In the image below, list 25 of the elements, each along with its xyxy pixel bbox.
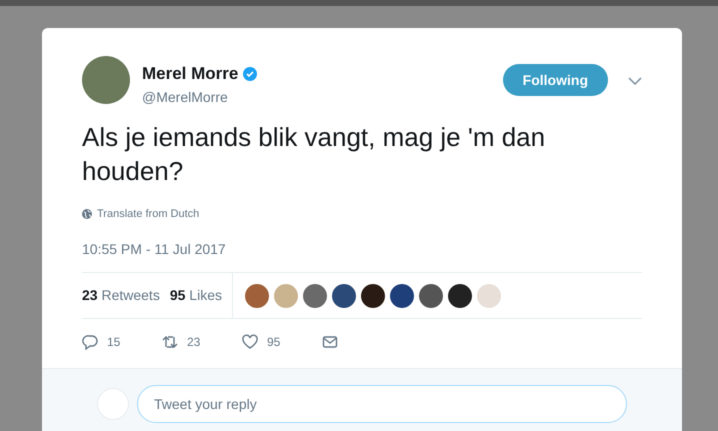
retweet-action[interactable]: 23	[162, 333, 242, 351]
liker-avatar[interactable]	[332, 284, 356, 308]
timestamp: 10:55 PM - 11 Jul 2017	[82, 240, 227, 259]
heart-icon	[242, 334, 258, 350]
liker-avatar[interactable]	[360, 284, 385, 308]
translate-link[interactable]: Translate from Dutch	[97, 206, 200, 222]
retweet-arrows-icon	[162, 334, 178, 350]
reply-bubble-icon	[82, 334, 98, 350]
reply-field[interactable]: Tweet your reply	[137, 384, 627, 422]
author-handle[interactable]: @MerelMorre	[142, 86, 258, 108]
reply-action[interactable]: 15	[82, 333, 162, 351]
like-action[interactable]: 95	[242, 333, 322, 351]
tweet-text: Als je iemands blik vangt, mag je 'm dan houden?	[82, 120, 546, 188]
envelope-icon	[322, 334, 338, 350]
liker-avatar[interactable]	[390, 284, 414, 308]
chevron-down-icon[interactable]	[628, 77, 642, 85]
author-name[interactable]: Merel Morre	[142, 61, 238, 86]
globe-icon	[82, 208, 92, 219]
user-avatar	[97, 388, 129, 420]
avatar-photo[interactable]	[82, 56, 130, 104]
stat-link[interactable]: 95 Likes	[170, 285, 222, 306]
follow-button[interactable]: Following	[502, 64, 608, 96]
stat-link[interactable]: 23 Retweets	[82, 285, 160, 306]
liker-avatar[interactable]	[448, 284, 472, 308]
liker-avatar[interactable]	[418, 284, 443, 308]
